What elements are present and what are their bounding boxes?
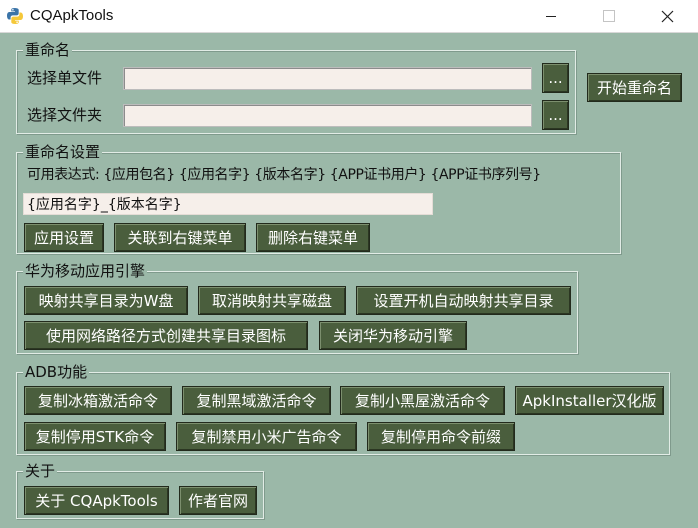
- expression-hint: 可用表达式: {应用包名} {应用名字} {版本名字} {APP证书用户} {A…: [27, 167, 541, 183]
- single-file-label: 选择单文件: [27, 69, 103, 87]
- python-icon: [7, 8, 23, 24]
- close-huawei-engine-button[interactable]: 关闭华为移动引擎: [319, 321, 467, 350]
- author-website-button[interactable]: 作者官网: [179, 486, 257, 515]
- copy-fridge-activation-button[interactable]: 复制冰箱激活命令: [24, 386, 172, 415]
- about-app-button[interactable]: 关于 CQApkTools: [24, 486, 169, 515]
- copy-disable-mi-ads-button[interactable]: 复制禁用小米广告命令: [176, 422, 357, 451]
- associate-context-menu-button[interactable]: 关联到右键菜单: [114, 223, 246, 252]
- window-title: CQApkTools: [30, 7, 114, 24]
- apply-settings-button[interactable]: 应用设置: [24, 223, 104, 252]
- copy-blackroom-activation-button[interactable]: 复制小黑屋激活命令: [340, 386, 505, 415]
- map-share-w-drive-button[interactable]: 映射共享目录为W盘: [24, 286, 188, 315]
- single-file-input[interactable]: [123, 67, 532, 90]
- remove-context-menu-button[interactable]: 删除右键菜单: [256, 223, 370, 252]
- huawei-group-title: 华为移动应用引擎: [23, 262, 148, 280]
- minimize-icon: [546, 16, 556, 17]
- close-button[interactable]: [636, 0, 698, 32]
- browse-file-button[interactable]: ...: [542, 63, 569, 93]
- folder-input[interactable]: [123, 104, 532, 127]
- browse-folder-button[interactable]: ...: [542, 100, 569, 130]
- rename-pattern-input[interactable]: [23, 193, 433, 215]
- unmap-share-drive-button[interactable]: 取消映射共享磁盘: [198, 286, 346, 315]
- minimize-button[interactable]: [520, 0, 582, 32]
- auto-map-share-button[interactable]: 设置开机自动映射共享目录: [356, 286, 571, 315]
- adb-group-title: ADB功能: [23, 363, 90, 381]
- apkinstaller-button[interactable]: ApkInstaller汉化版: [515, 386, 664, 415]
- maximize-button[interactable]: [578, 0, 640, 32]
- rename-settings-group-title: 重命名设置: [23, 143, 103, 161]
- copy-disable-stk-button[interactable]: 复制停用STK命令: [24, 422, 166, 451]
- maximize-icon: [603, 10, 615, 22]
- close-icon: [661, 10, 673, 22]
- start-rename-button[interactable]: 开始重命名: [587, 73, 682, 102]
- copy-brevent-activation-button[interactable]: 复制黑域激活命令: [182, 386, 331, 415]
- copy-disable-prefix-button[interactable]: 复制停用命令前缀: [367, 422, 515, 451]
- rename-group-title: 重命名: [23, 41, 73, 59]
- folder-label: 选择文件夹: [27, 106, 103, 124]
- title-bar: CQApkTools: [0, 0, 698, 33]
- about-group-title: 关于: [23, 462, 58, 480]
- create-share-icon-button[interactable]: 使用网络路径方式创建共享目录图标: [24, 321, 308, 350]
